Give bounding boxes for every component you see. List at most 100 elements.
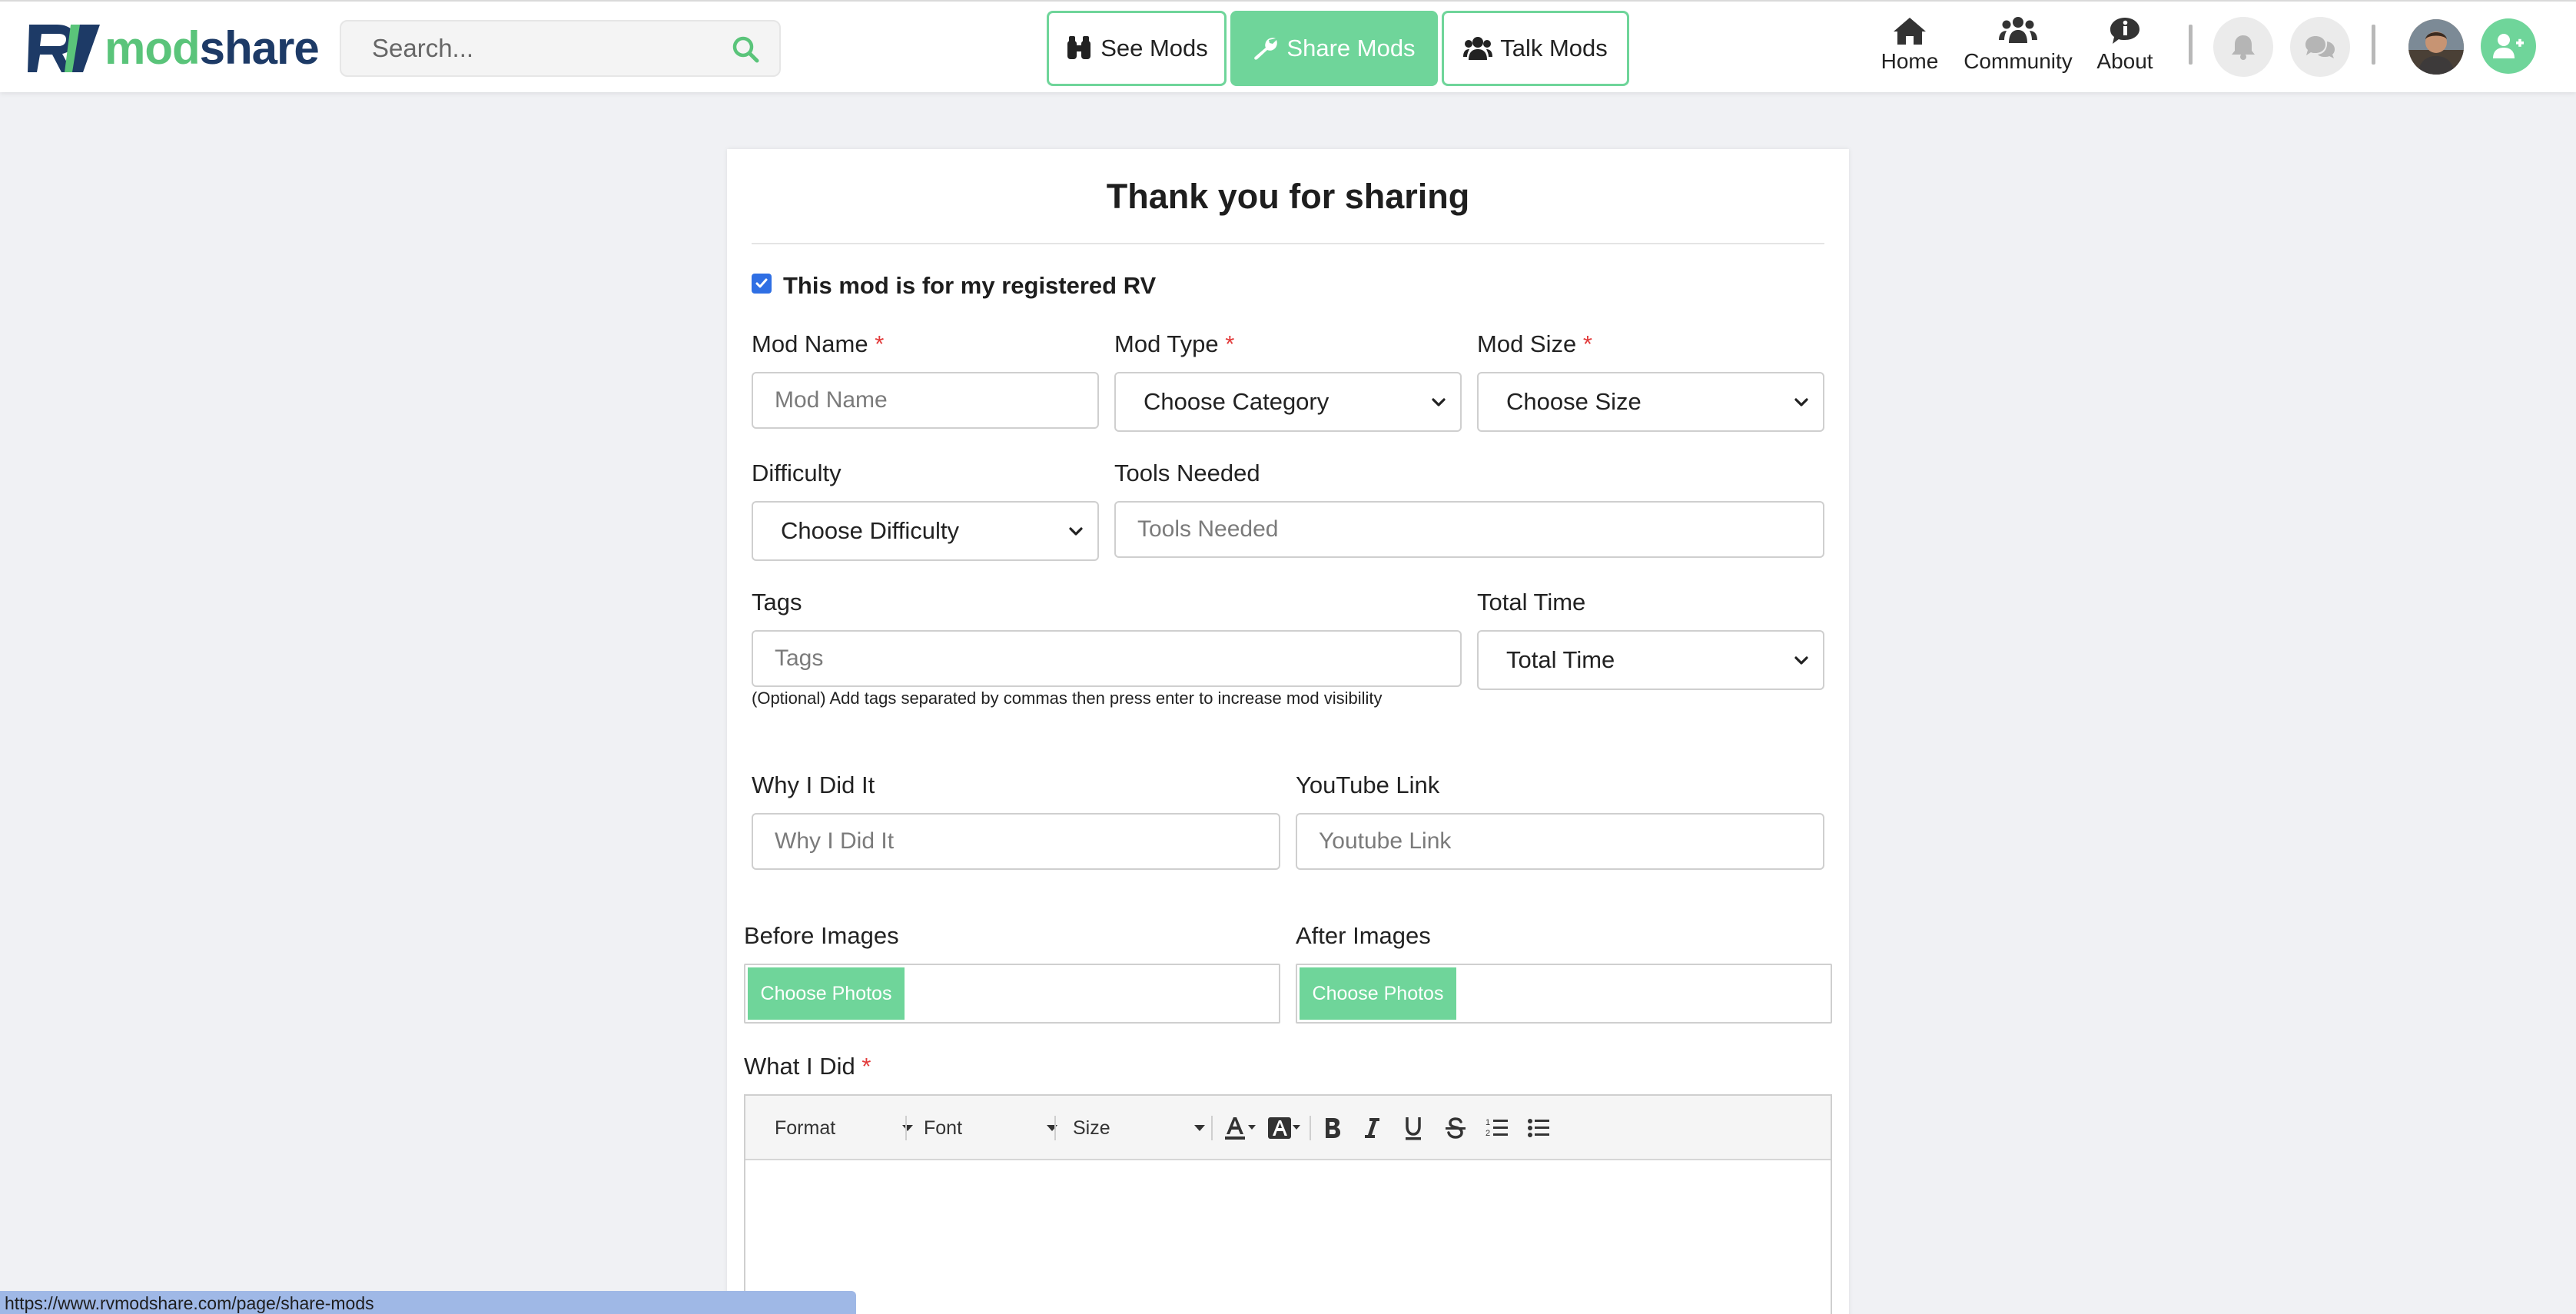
- tags-hint: (Optional) Add tags separated by commas …: [752, 689, 1383, 708]
- toolbar-separator: [905, 1116, 907, 1140]
- add-user-button[interactable]: [2481, 18, 2536, 74]
- editor-content-area[interactable]: [745, 1160, 1831, 1314]
- required-marker: *: [875, 330, 885, 357]
- strikethrough-button[interactable]: [1442, 1113, 1469, 1143]
- strikethrough-icon: [1446, 1117, 1466, 1139]
- mod-size-label-text: Mod Size: [1477, 330, 1577, 357]
- bold-icon: [1326, 1118, 1340, 1138]
- format-label: Format: [775, 1117, 836, 1139]
- after-choose-photos-button[interactable]: Choose Photos: [1300, 967, 1456, 1020]
- italic-icon: [1365, 1118, 1379, 1138]
- chevron-down-icon: [1432, 398, 1446, 406]
- user-plus-icon: [2493, 34, 2524, 58]
- background-color-button[interactable]: [1265, 1113, 1303, 1143]
- user-avatar[interactable]: [2408, 19, 2464, 75]
- difficulty-label: Difficulty: [752, 460, 842, 486]
- text-color-icon: [1225, 1117, 1256, 1140]
- home-nav[interactable]: Home: [1880, 15, 1940, 74]
- tools-needed-input[interactable]: [1114, 501, 1824, 558]
- required-marker: *: [1582, 330, 1592, 357]
- community-label: Community: [1964, 49, 2073, 73]
- mod-type-label: Mod Type *: [1114, 330, 1234, 358]
- caret-icon: [902, 1125, 913, 1131]
- registered-rv-checkbox[interactable]: [752, 274, 772, 294]
- talk-mods-button[interactable]: Talk Mods: [1442, 11, 1629, 86]
- underline-button[interactable]: [1400, 1113, 1426, 1143]
- see-mods-button[interactable]: See Mods: [1047, 11, 1227, 86]
- avatar-photo: [2408, 19, 2464, 75]
- title-divider: [752, 243, 1824, 244]
- search-box: [340, 20, 781, 77]
- why-label: Why I Did It: [752, 771, 875, 798]
- toolbar-separator: [1054, 1116, 1056, 1140]
- messages-button[interactable]: [2290, 17, 2350, 77]
- rvmodshare-logo[interactable]: modshare: [26, 20, 320, 77]
- background-color-icon: [1268, 1117, 1300, 1139]
- about-label: About: [2096, 49, 2153, 73]
- tags-input[interactable]: [752, 630, 1462, 687]
- mod-size-label: Mod Size *: [1477, 330, 1592, 358]
- bullet-list-icon: [1528, 1119, 1549, 1137]
- before-images-label: Before Images: [744, 922, 899, 949]
- search-input[interactable]: [341, 22, 725, 75]
- logo-mod: mod: [105, 22, 201, 74]
- before-choose-photos-button[interactable]: Choose Photos: [748, 967, 905, 1020]
- bullet-list-button[interactable]: [1525, 1113, 1552, 1143]
- see-mods-label: See Mods: [1100, 35, 1208, 61]
- before-images-upload: Choose Photos: [744, 964, 1280, 1024]
- total-time-select[interactable]: Total Time: [1477, 630, 1824, 690]
- browser-status-url: https://www.rvmodshare.com/page/share-mo…: [0, 1291, 856, 1314]
- search-icon[interactable]: [732, 35, 759, 63]
- mod-size-select[interactable]: Choose Size: [1477, 372, 1824, 432]
- what-i-did-label-text: What I Did: [744, 1053, 855, 1080]
- top-header: modshare See Mods Share Mods: [0, 0, 2576, 92]
- home-icon: [1894, 18, 1926, 45]
- users-icon: [1463, 37, 1493, 60]
- italic-button[interactable]: [1359, 1113, 1385, 1143]
- after-images-label: After Images: [1296, 922, 1431, 949]
- logo-share: share: [199, 22, 320, 74]
- mod-type-select[interactable]: Choose Category: [1114, 372, 1462, 432]
- mod-type-label-text: Mod Type: [1114, 330, 1219, 357]
- caret-icon: [1194, 1125, 1205, 1131]
- notifications-button[interactable]: [2213, 17, 2273, 77]
- chevron-down-icon: [1069, 527, 1083, 536]
- checkmark-icon: [755, 278, 768, 288]
- bold-button[interactable]: [1317, 1113, 1348, 1143]
- tags-label: Tags: [752, 589, 802, 616]
- editor-toolbar: Format Font Size 1 2: [745, 1096, 1831, 1160]
- format-dropdown[interactable]: Format: [775, 1113, 913, 1143]
- header-divider: [2372, 25, 2375, 65]
- registered-rv-label: This mod is for my registered RV: [783, 272, 1157, 299]
- chevron-down-icon: [1794, 656, 1808, 665]
- mod-name-label: Mod Name *: [752, 330, 884, 358]
- logo-wordmark: modshare: [105, 22, 320, 74]
- info-icon: [2110, 18, 2139, 44]
- community-icon: [1999, 17, 2037, 43]
- required-marker: *: [861, 1053, 871, 1080]
- rv-logo-mark-icon: [28, 25, 100, 72]
- share-mods-button[interactable]: Share Mods: [1230, 11, 1438, 86]
- size-dropdown[interactable]: Size: [1073, 1113, 1205, 1143]
- community-nav[interactable]: Community: [1960, 15, 2076, 74]
- toolbar-separator: [1211, 1116, 1213, 1140]
- mod-name-label-text: Mod Name: [752, 330, 868, 357]
- youtube-label: YouTube Link: [1296, 771, 1440, 798]
- size-label: Size: [1073, 1117, 1110, 1139]
- header-divider: [2189, 25, 2193, 65]
- form-title: Thank you for sharing: [1106, 177, 1470, 216]
- difficulty-select[interactable]: Choose Difficulty: [752, 501, 1099, 561]
- ordered-list-icon: 12: [1486, 1118, 1508, 1138]
- font-dropdown[interactable]: Font: [924, 1113, 1057, 1143]
- text-color-button[interactable]: [1220, 1113, 1259, 1143]
- mod-name-input[interactable]: [752, 372, 1099, 429]
- about-nav[interactable]: About: [2092, 15, 2158, 74]
- total-time-label: Total Time: [1477, 589, 1586, 616]
- mod-type-value: Choose Category: [1144, 388, 1329, 415]
- youtube-input[interactable]: [1296, 813, 1824, 870]
- font-label: Font: [924, 1117, 963, 1139]
- why-input[interactable]: [752, 813, 1280, 870]
- rich-text-editor: Format Font Size 1 2: [744, 1094, 1832, 1314]
- total-time-value: Total Time: [1506, 646, 1615, 673]
- ordered-list-button[interactable]: 12: [1483, 1113, 1511, 1143]
